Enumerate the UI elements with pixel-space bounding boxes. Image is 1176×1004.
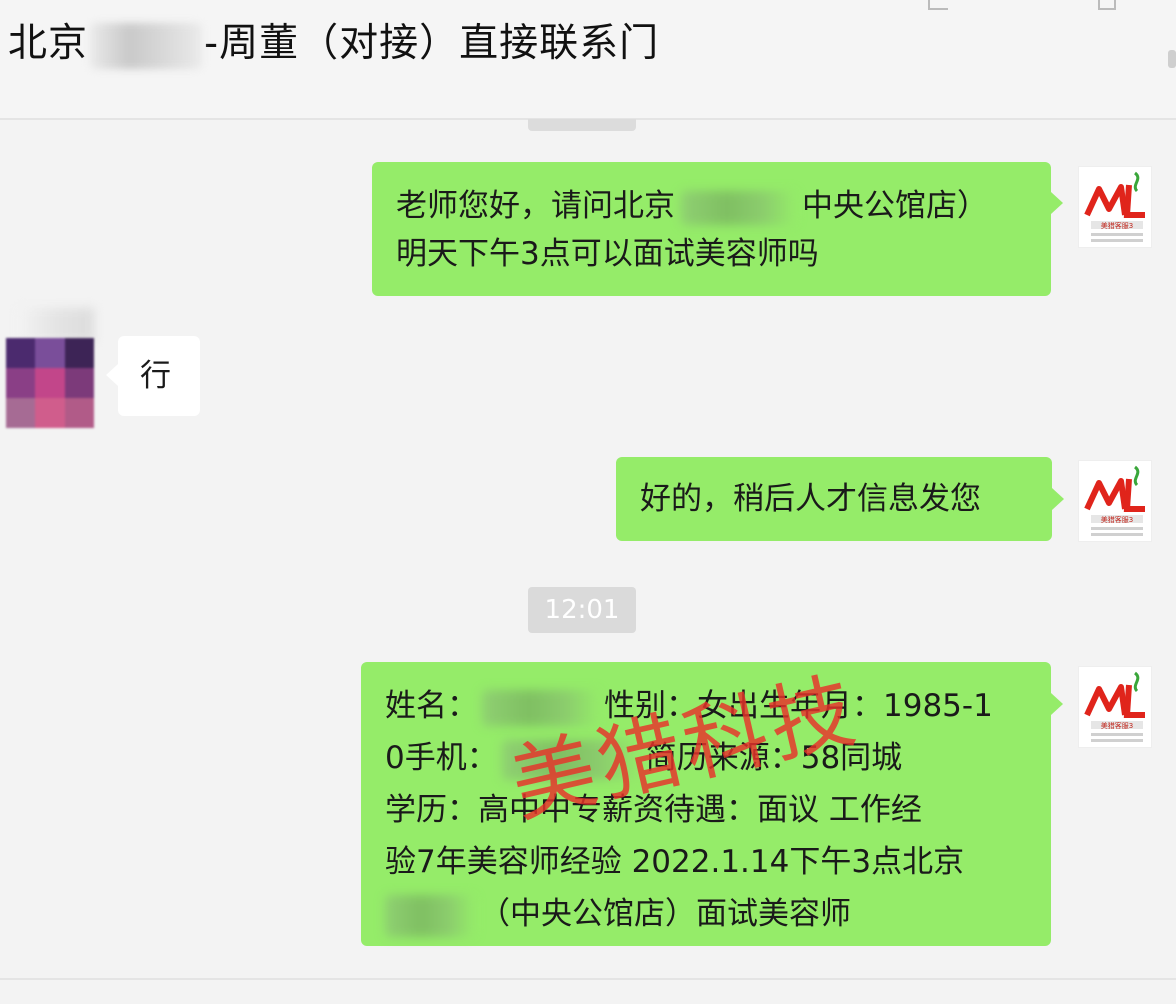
- message-bubble-received[interactable]: 行: [106, 336, 200, 416]
- avatar-meilie[interactable]: 美猎客服3: [1078, 666, 1152, 748]
- meilie-logo-icon: 美猎客服3: [1084, 171, 1145, 242]
- redacted-text-blur: [681, 190, 796, 225]
- chat-title-suffix: -周董（对接）直接联系门: [204, 21, 660, 66]
- avatar-blur-top: [18, 308, 94, 342]
- message-text: 0手机：: [385, 740, 498, 776]
- message-text: （中央公馆店）面试美容师: [479, 896, 851, 932]
- message-line: 验7年美容师经验 2022.1.14下午3点北京: [385, 844, 965, 880]
- message-line: 明天下午3点可以面试美容师吗: [396, 236, 819, 272]
- message-line: （中央公馆店）面试美容师: [385, 888, 1027, 940]
- redacted-name-blur: [90, 22, 203, 69]
- divider: [0, 978, 1176, 980]
- chat-title[interactable]: 北京 -周董（对接）直接联系门: [8, 14, 659, 74]
- message-timestamp: 12:01: [528, 587, 636, 633]
- avatar-contact[interactable]: [6, 338, 94, 428]
- message-bubble-sent[interactable]: 老师您好，请问北京 中央公馆店） 明天下午3点可以面试美容师吗: [372, 162, 1063, 296]
- avatar-meilie[interactable]: 美猎客服3: [1078, 166, 1152, 248]
- timestamp-partial: [528, 119, 636, 131]
- message-text: 行: [140, 358, 171, 394]
- meilie-logo-icon: 美猎客服3: [1084, 465, 1145, 536]
- message-text: 中央公馆店）: [802, 188, 988, 224]
- chat-title-prefix: 北京: [8, 21, 89, 66]
- message-text: 姓名：: [385, 688, 478, 724]
- message-text: 老师您好，请问北京: [396, 188, 675, 224]
- svg-text:美猎客服3: 美猎客服3: [1101, 221, 1133, 230]
- chat-header: 北京 -周董（对接）直接联系门: [0, 0, 1176, 120]
- meilie-logo-icon: 美猎客服3: [1084, 671, 1145, 742]
- scrollbar-handle[interactable]: [1168, 50, 1176, 68]
- svg-text:美猎客服3: 美猎客服3: [1101, 721, 1133, 730]
- avatar-meilie[interactable]: 美猎客服3: [1078, 460, 1152, 542]
- message-line: 老师您好，请问北京 中央公馆店）: [396, 182, 1027, 230]
- svg-text:美猎客服3: 美猎客服3: [1101, 515, 1133, 524]
- redacted-text-blur: [385, 894, 475, 937]
- more-icon-partial[interactable]: [928, 0, 948, 10]
- message-text: 好的，稍后人才信息发您: [640, 481, 981, 517]
- window-icon-partial[interactable]: [1098, 0, 1116, 10]
- message-bubble-sent[interactable]: 好的，稍后人才信息发您: [616, 457, 1064, 541]
